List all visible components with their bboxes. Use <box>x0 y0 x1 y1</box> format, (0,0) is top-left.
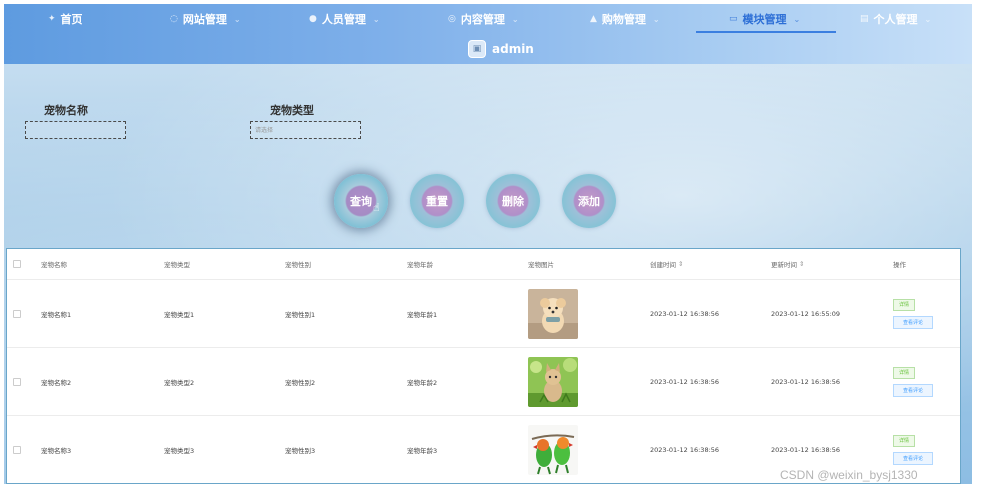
delete-button[interactable]: 删除 <box>486 174 540 228</box>
add-button-label: 添加 <box>578 195 600 208</box>
parrots-photo <box>528 424 578 475</box>
detail-button[interactable]: 详情 <box>893 298 915 311</box>
chevron-down-icon: ⌄ <box>924 14 932 24</box>
header-pet-photo: 宠物图片 <box>528 261 554 269</box>
chevron-down-icon: ⌄ <box>511 14 519 24</box>
header-operations: 操作 <box>893 261 906 269</box>
sort-icon: ⇕ <box>678 260 684 268</box>
username: admin <box>492 42 534 56</box>
pet-name-input[interactable] <box>25 121 126 139</box>
cell-pet-type: 宠物类型2 <box>164 378 195 387</box>
table-header: 宠物名称 宠物类型 宠物性别 宠物年龄 宠物图片 创建时间 ⇕ 更新时间 ⇕ 操作 <box>7 249 960 280</box>
header-pet-type: 宠物类型 <box>164 261 190 269</box>
document-icon: ▤ <box>860 14 869 24</box>
nav-site-label: 网站管理 <box>182 13 227 26</box>
header-pet-age: 宠物年龄 <box>407 261 433 269</box>
query-button[interactable]: 查询 <box>334 174 388 228</box>
row-checkbox[interactable] <box>13 445 21 454</box>
nav-personal-management[interactable]: ▤ 个人管理 ⌄ <box>860 9 931 29</box>
chevron-down-icon: ⌄ <box>652 14 660 24</box>
cell-pet-name: 宠物名称1 <box>41 310 72 319</box>
cell-pet-age: 宠物年龄1 <box>407 310 438 319</box>
header-pet-gender: 宠物性别 <box>285 261 311 269</box>
header-updated-time[interactable]: 更新时间 ⇕ <box>771 249 804 279</box>
pet-type-label: 宠物类型 <box>270 104 314 117</box>
add-button[interactable]: 添加 <box>562 174 616 228</box>
module-icon: ▭ <box>729 14 738 24</box>
globe-icon: ◌ <box>170 14 178 24</box>
reset-button[interactable]: 重置 <box>410 174 464 228</box>
chevron-down-icon: ⌄ <box>372 14 380 24</box>
nav-module-management[interactable]: ▭ 模块管理 ⌄ <box>729 9 800 29</box>
detail-button[interactable]: 详情 <box>893 366 915 379</box>
nav-people-label: 人员管理 <box>321 13 366 26</box>
delete-button-label: 删除 <box>502 195 524 208</box>
header-created-label: 创建时间 <box>650 261 676 269</box>
nav-content-label: 内容管理 <box>460 13 505 26</box>
nav-shopping-label: 购物管理 <box>601 13 646 26</box>
watermark: CSDN @weixin_bysj1330 <box>780 468 918 482</box>
top-nav: ✦ 首页 ◌ 网站管理 ⌄ ● 人员管理 ⌄ ◎ 内容管理 ⌄ ▲ 购物管理 ⌄… <box>4 4 972 64</box>
nav-module-label: 模块管理 <box>742 13 787 26</box>
home-icon: ✦ <box>48 14 56 24</box>
cell-pet-name: 宠物名称3 <box>41 446 72 455</box>
cell-updated-time: 2023-01-12 16:55:09 <box>771 309 841 318</box>
nav-shopping-management[interactable]: ▲ 购物管理 ⌄ <box>590 9 660 29</box>
cell-created-time: 2023-01-12 16:38:56 <box>650 377 720 386</box>
active-tab-indicator <box>696 31 836 33</box>
header-created-time[interactable]: 创建时间 ⇕ <box>650 249 683 279</box>
cell-created-time: 2023-01-12 16:38:56 <box>650 445 720 454</box>
content-icon: ◎ <box>448 14 456 24</box>
view-reviews-button[interactable]: 查看评论 <box>893 315 933 329</box>
header-pet-name: 宠物名称 <box>41 261 67 269</box>
detail-button[interactable]: 详情 <box>893 434 915 447</box>
lock-icon: ▲ <box>590 14 597 24</box>
view-reviews-button[interactable]: 查看评论 <box>893 451 933 465</box>
query-button-label: 查询 <box>350 195 372 208</box>
cell-pet-type: 宠物类型3 <box>164 446 195 455</box>
cell-created-time: 2023-01-12 16:38:56 <box>650 309 720 318</box>
cell-pet-name: 宠物名称2 <box>41 378 72 387</box>
table-row: 宠物名称2 宠物类型2 宠物性别2 宠物年龄2 2023-01-12 16:38… <box>7 348 960 416</box>
pet-table: 宠物名称 宠物类型 宠物性别 宠物年龄 宠物图片 创建时间 ⇕ 更新时间 ⇕ 操作 … <box>6 248 961 484</box>
row-checkbox[interactable] <box>13 377 21 386</box>
pointer-cursor-icon: ☝ <box>373 201 380 214</box>
pet-name-label: 宠物名称 <box>44 104 88 117</box>
user-menu[interactable]: ▣ admin <box>468 40 534 58</box>
cell-updated-time: 2023-01-12 16:38:56 <box>771 377 841 386</box>
nav-site-management[interactable]: ◌ 网站管理 ⌄ <box>170 9 241 29</box>
cell-pet-type: 宠物类型1 <box>164 310 195 319</box>
pet-type-select[interactable]: 请选择 <box>250 121 361 139</box>
row-checkbox[interactable] <box>13 309 21 318</box>
view-reviews-button[interactable]: 查看评论 <box>893 383 933 397</box>
header-updated-label: 更新时间 <box>771 261 797 269</box>
nav-people-management[interactable]: ● 人员管理 ⌄ <box>309 9 380 29</box>
dog-photo <box>528 288 578 339</box>
chevron-down-icon: ⌄ <box>793 14 801 24</box>
nav-personal-label: 个人管理 <box>873 13 918 26</box>
table-row: 宠物名称1 宠物类型1 宠物性别1 宠物年龄1 2023-01-12 16:38… <box>7 280 960 348</box>
cat-photo <box>528 356 578 407</box>
cell-pet-age: 宠物年龄3 <box>407 446 438 455</box>
cell-pet-gender: 宠物性别2 <box>285 378 316 387</box>
cell-pet-gender: 宠物性别3 <box>285 446 316 455</box>
avatar: ▣ <box>468 40 486 58</box>
nav-content-management[interactable]: ◎ 内容管理 ⌄ <box>448 9 519 29</box>
nav-home-label: 首页 <box>60 13 83 26</box>
sort-icon: ⇕ <box>799 260 805 268</box>
cell-pet-age: 宠物年龄2 <box>407 378 438 387</box>
cell-pet-gender: 宠物性别1 <box>285 310 316 319</box>
chevron-down-icon: ⌄ <box>233 14 241 24</box>
reset-button-label: 重置 <box>426 195 448 208</box>
nav-home[interactable]: ✦ 首页 <box>48 9 83 29</box>
app-stage: ✦ 首页 ◌ 网站管理 ⌄ ● 人员管理 ⌄ ◎ 内容管理 ⌄ ▲ 购物管理 ⌄… <box>4 4 972 484</box>
select-all-checkbox[interactable] <box>13 260 21 268</box>
user-icon: ● <box>309 14 317 24</box>
